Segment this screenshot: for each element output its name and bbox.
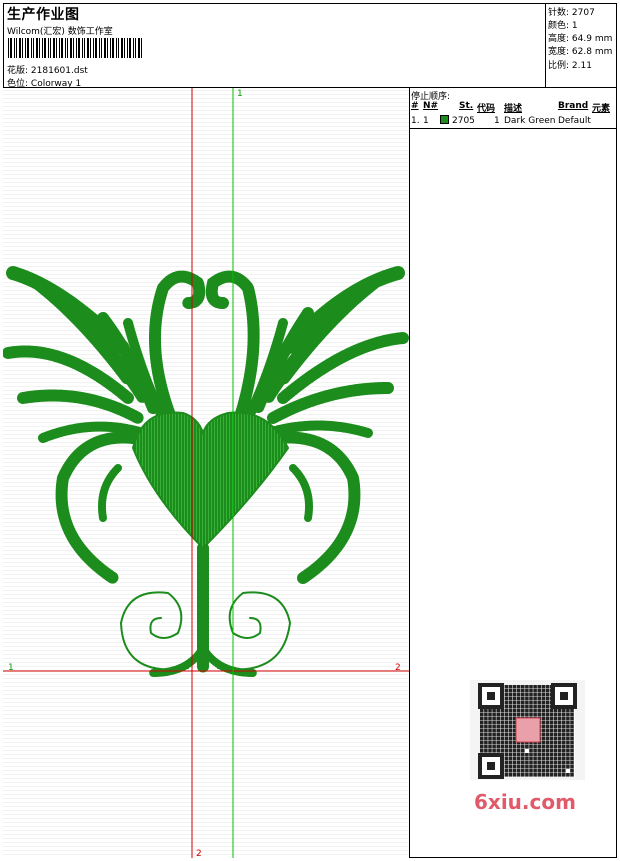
embroidery-design (3, 266, 409, 677)
stat-width: 宽度: 62.8 mm (548, 44, 612, 57)
design-stats: 针数: 2707 颜色: 1 高度: 64.9 mm 宽度: 62.8 mm 比… (546, 3, 617, 88)
barcode (8, 38, 142, 58)
stat-height: 高度: 64.9 mm (548, 31, 612, 44)
stat-label: 颜色: (548, 21, 570, 31)
stat-colors: 颜色: 1 (548, 18, 578, 31)
stat-value: 2.11 (571, 61, 592, 71)
col-brand: Brand (558, 101, 589, 111)
col-needle: N# (423, 101, 439, 111)
watermark-logo: 6xiu.com (474, 790, 576, 814)
qr-center-logo (515, 717, 541, 743)
row-needle: 1 (423, 116, 429, 126)
qr-code-image (470, 680, 585, 780)
col-element: 元素 (592, 104, 611, 114)
stat-stitches: 针数: 2707 (548, 5, 595, 18)
table-divider (410, 128, 617, 129)
row-code: 1 (494, 116, 500, 126)
col-code: 代码 (477, 104, 496, 114)
software-subtitle: Wilcom(汇宏) 数饰工作室 (7, 27, 113, 37)
bottom-guide-label: 2 (196, 849, 202, 858)
design-file-value: 2181601.dst (30, 66, 88, 76)
right-guide-label: 2 (395, 663, 401, 673)
design-file-line: 花版: 2181601.dst (7, 63, 88, 76)
stat-value: 2707 (571, 8, 595, 18)
row-description: Dark Green (504, 116, 556, 126)
col-stitches: St. (459, 101, 474, 111)
left-guide-label: 1 (8, 663, 14, 673)
stat-label: 针数: (548, 8, 570, 18)
header-info: 生产作业图 Wilcom(汇宏) 数饰工作室 花版: 2181601.dst 色… (3, 3, 546, 89)
col-index: # (411, 101, 419, 111)
row-index: 1. (411, 116, 420, 126)
stat-value: 62.8 mm (571, 47, 613, 57)
stat-value: 1 (571, 21, 578, 31)
stat-label: 宽度: (548, 47, 570, 57)
row-brand: Default (558, 116, 591, 126)
design-preview[interactable]: 1 1 2 2 (3, 88, 410, 858)
embroidery-canvas: 1 1 2 2 (3, 88, 409, 858)
stat-scale: 比例: 2.11 (548, 58, 592, 71)
green-guide-label: 1 (237, 89, 243, 99)
page-title: 生产作业图 (7, 7, 80, 23)
thread-color-swatch (440, 115, 449, 124)
design-file-label: 花版: (7, 66, 29, 76)
row-stitches: 2705 (452, 116, 475, 126)
col-description: 描述 (504, 104, 523, 114)
stat-label: 高度: (548, 34, 570, 44)
stat-label: 比例: (548, 61, 570, 71)
stat-value: 64.9 mm (571, 34, 613, 44)
